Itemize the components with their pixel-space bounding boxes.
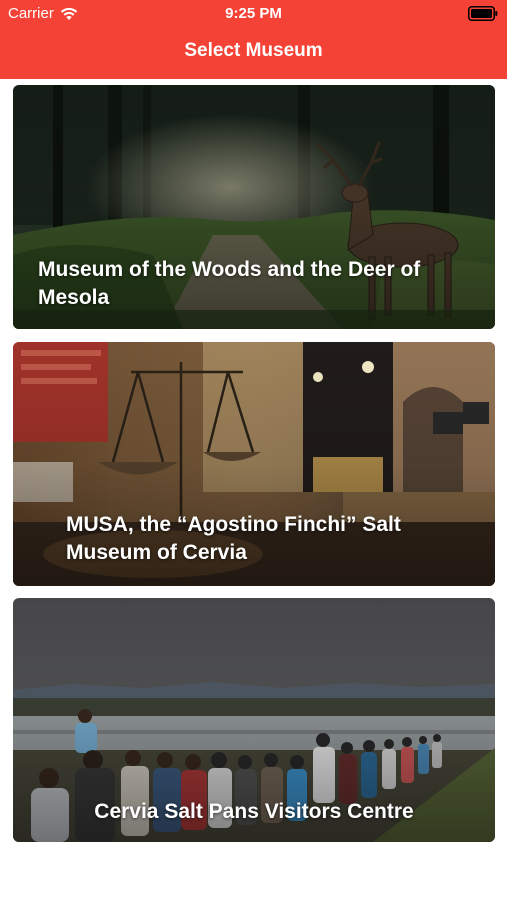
status-time: 9:25 PM [225,5,282,22]
status-bar: Carrier 9:25 PM [0,0,507,28]
app-header: Carrier 9:25 PM Select Museum [0,0,507,79]
battery-full-icon [468,6,498,21]
museum-card[interactable]: Museum of the Woods and the Deer of Meso… [13,85,495,329]
museum-card[interactable]: Cervia Salt Pans Visitors Centre [13,598,495,842]
museum-card[interactable]: MUSA, the “Agostino Finchi” Salt Museum … [13,342,495,586]
page-title: Select Museum [184,40,323,61]
museum-title: Cervia Salt Pans Visitors Centre [94,800,414,823]
museum-title: Museum of the Woods and the Deer of Meso… [38,258,421,309]
museum-title: MUSA, the “Agostino Finchi” Salt Museum … [66,513,401,564]
